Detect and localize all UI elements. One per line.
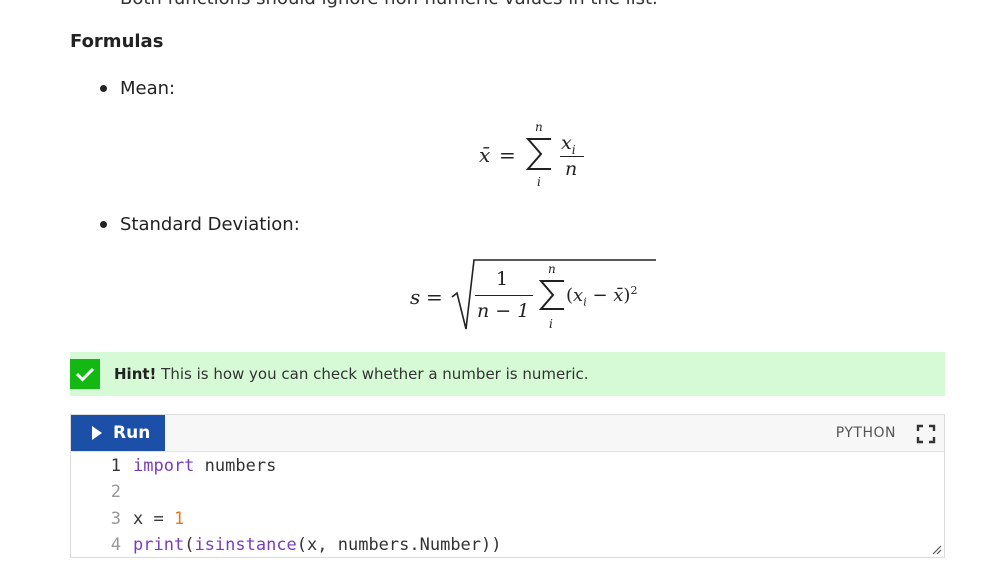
- run-button[interactable]: Run: [71, 415, 165, 451]
- code-token: print: [133, 534, 185, 555]
- mean-lhs: x̄: [479, 143, 491, 167]
- line-number: 3: [110, 508, 121, 529]
- hint-label: Hint!: [114, 365, 157, 383]
- code-token: 1: [173, 508, 185, 529]
- bullet-dot: [100, 85, 107, 92]
- run-label: Run: [113, 423, 151, 443]
- code-editor-header: Run PYTHON: [71, 415, 944, 452]
- section-title-formulas: Formulas: [70, 31, 164, 52]
- mean-formula: x̄ = n i xi n: [0, 0, 997, 200]
- resize-grip-icon[interactable]: [932, 545, 942, 555]
- stddev-sum-lower: i: [549, 317, 553, 331]
- code-line[interactable]: 3 x = 1: [71, 506, 944, 532]
- code-token: numbers: [194, 456, 277, 476]
- mean-sum-lower: i: [537, 175, 541, 189]
- bullet-label-mean: Mean:: [120, 78, 176, 99]
- stddev-lhs: s: [410, 285, 421, 309]
- hint-text: Hint! This is how you can check whether …: [114, 365, 589, 383]
- code-token: (: [184, 534, 195, 555]
- code-line[interactable]: 4 print(isinstance (x, numbers.Number)): [71, 532, 944, 558]
- mean-numerator: xi: [561, 132, 576, 157]
- line-number: 1: [110, 456, 121, 476]
- stddev-frac-den: n − 1: [477, 300, 530, 322]
- code-token: isinstance: [194, 534, 297, 555]
- bullet-label-stddev: Standard Deviation:: [120, 214, 300, 235]
- bullet-dot: [100, 221, 107, 228]
- language-label: PYTHON: [835, 425, 896, 441]
- mean-sum-upper: n: [535, 120, 543, 134]
- sigma-icon: [525, 138, 551, 170]
- sqrt-icon: [451, 259, 656, 330]
- bullet-stddev: Standard Deviation:: [100, 214, 300, 235]
- code-editor: Run PYTHON 1 import numbers 2 3 x = 1 4 print(…: [70, 414, 945, 558]
- code-line[interactable]: 2: [71, 479, 944, 505]
- stddev-frac-num: 1: [496, 268, 509, 290]
- mean-equals: =: [499, 143, 516, 167]
- fullscreen-icon[interactable]: [916, 424, 936, 444]
- checkmark-icon: [70, 359, 100, 389]
- code-token: (x, numbers.Number)): [296, 534, 502, 555]
- cut-off-paragraph: Both functions should ignore non-numeric…: [120, 0, 658, 9]
- line-number: 2: [110, 482, 121, 503]
- mean-denominator: n: [565, 158, 578, 180]
- stddev-sum-upper: n: [548, 262, 556, 276]
- stddev-term: (xi − x̄)2: [566, 284, 638, 309]
- hint-box: Hint! This is how you can check whether …: [70, 352, 945, 396]
- bullet-mean: Mean:: [100, 78, 175, 99]
- code-token: x =: [133, 508, 174, 529]
- line-number: 4: [110, 534, 121, 555]
- code-text-area[interactable]: 1 import numbers 2 3 x = 1 4 print(isinstance(…: [71, 453, 944, 558]
- hint-message: This is how you can check whether a numb…: [156, 365, 589, 383]
- code-line[interactable]: 1 import numbers: [71, 453, 944, 479]
- stddev-equals: =: [426, 285, 443, 309]
- code-token: import: [133, 456, 195, 476]
- sigma-icon: [538, 280, 564, 310]
- play-icon: [92, 426, 102, 440]
